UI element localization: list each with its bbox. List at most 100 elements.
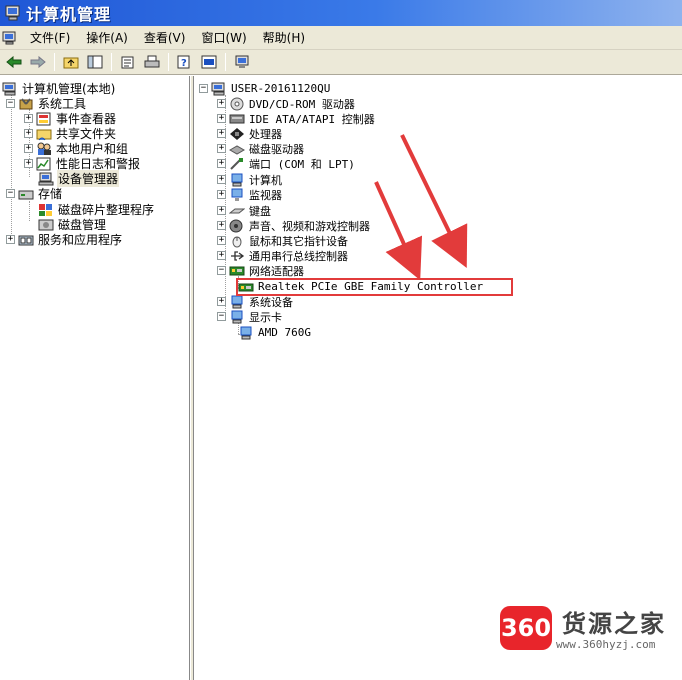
expand-toggle[interactable]: + (217, 159, 226, 168)
svg-text:?: ? (181, 58, 187, 69)
watermark-badge: 360 (500, 606, 552, 650)
tree-item-storage[interactable]: − 存储 (6, 186, 63, 201)
computer-icon (211, 82, 227, 96)
tools-icon (18, 97, 34, 111)
toolbar-separator (168, 53, 169, 71)
device-category-monitor[interactable]: + 监视器 (217, 187, 283, 202)
device-category-keyboard[interactable]: + 键盘 (217, 203, 272, 218)
title-bar: 计算机管理 (0, 0, 682, 26)
tree-item-services-apps[interactable]: + 服务和应用程序 (6, 232, 123, 247)
device-category-ports[interactable]: + 端口 (COM 和 LPT) (217, 156, 356, 171)
console-tree-icon[interactable] (199, 52, 219, 72)
defrag-icon (38, 203, 54, 217)
tree-item-defrag[interactable]: 磁盘碎片整理程序 (38, 202, 155, 217)
expand-toggle[interactable]: + (217, 144, 226, 153)
app-menu-icon[interactable] (2, 30, 18, 46)
storage-icon (18, 187, 34, 201)
event-viewer-icon (36, 112, 52, 126)
disk-management-icon (38, 218, 54, 232)
collapse-toggle[interactable]: − (6, 99, 15, 108)
keyboard-icon (228, 204, 246, 218)
menu-window[interactable]: 窗口(W) (193, 29, 254, 46)
device-category-computer[interactable]: + 计算机 (217, 172, 283, 187)
console-tree-pane[interactable]: 计算机管理(本地) − 系统工具 + 事件查看器 + 共享文件夹 + 本地用户和… (0, 76, 190, 680)
back-arrow-icon[interactable] (4, 52, 24, 72)
tree-root[interactable]: 计算机管理(本地) (2, 81, 116, 96)
device-root[interactable]: − USER-20161120QU (199, 81, 331, 96)
tree-item-system-tools[interactable]: − 系统工具 (6, 96, 87, 111)
device-category-disk[interactable]: + 磁盘驱动器 (217, 141, 305, 156)
device-category-network[interactable]: − 网络适配器 (217, 263, 305, 278)
device-category-usb[interactable]: + 通用串行总线控制器 (217, 248, 349, 263)
tree-item-disk-management[interactable]: 磁盘管理 (38, 217, 107, 232)
expand-toggle[interactable]: + (217, 221, 226, 230)
print-icon[interactable] (142, 52, 162, 72)
device-category-sound[interactable]: + 声音、视频和游戏控制器 (217, 218, 371, 233)
help-icon[interactable]: ? (175, 52, 195, 72)
tree-item-perf-logs[interactable]: + 性能日志和警报 (24, 156, 141, 171)
scan-hardware-icon[interactable] (232, 52, 252, 72)
device-manager-icon (38, 172, 54, 186)
collapse-toggle[interactable]: − (217, 312, 226, 321)
expand-toggle[interactable]: + (217, 297, 226, 306)
services-icon (18, 233, 34, 247)
watermark-url: www.360hyzj.com (556, 638, 656, 651)
dvd-drive-icon (229, 97, 245, 111)
menu-action[interactable]: 操作(A) (78, 29, 136, 46)
port-icon (229, 157, 245, 171)
ide-controller-icon (229, 112, 245, 126)
device-category-display[interactable]: − 显示卡 (217, 309, 283, 324)
expand-toggle[interactable]: + (24, 159, 33, 168)
toolbar-separator (225, 53, 226, 71)
computer-icon (229, 173, 245, 187)
usb-icon (229, 249, 245, 263)
expand-toggle[interactable]: + (217, 99, 226, 108)
device-category-mouse[interactable]: + 鼠标和其它指针设备 (217, 233, 349, 248)
gpu-icon (238, 326, 254, 340)
shared-folder-icon (36, 127, 52, 141)
toolbar: ? (0, 50, 682, 75)
speaker-icon (229, 219, 245, 233)
tree-item-event-viewer[interactable]: + 事件查看器 (24, 111, 117, 126)
device-tree-pane[interactable]: − USER-20161120QU + DVD/CD-ROM 驱动器 + IDE… (194, 76, 682, 680)
device-category-dvd[interactable]: + DVD/CD-ROM 驱动器 (217, 96, 356, 111)
device-amd-gpu[interactable]: AMD 760G (238, 325, 312, 340)
device-category-system[interactable]: + 系统设备 (217, 294, 294, 309)
expand-toggle[interactable]: + (217, 175, 226, 184)
collapse-toggle[interactable]: − (199, 84, 208, 93)
show-hide-tree-icon[interactable] (85, 52, 105, 72)
tree-line (29, 201, 30, 221)
expand-toggle[interactable]: + (217, 251, 226, 260)
highlight-box (236, 278, 513, 296)
window-title: 计算机管理 (26, 5, 112, 24)
expand-toggle[interactable]: + (217, 129, 226, 138)
menu-bar: 文件(F) 操作(A) 查看(V) 窗口(W) 帮助(H) (0, 26, 682, 50)
properties-icon[interactable] (118, 52, 138, 72)
expand-toggle[interactable]: + (24, 114, 33, 123)
menu-help[interactable]: 帮助(H) (255, 29, 313, 46)
device-category-ide[interactable]: + IDE ATA/ATAPI 控制器 (217, 111, 376, 126)
computer-management-icon (5, 5, 20, 21)
collapse-toggle[interactable]: − (6, 189, 15, 198)
tree-item-shared-folders[interactable]: + 共享文件夹 (24, 126, 117, 141)
disk-drive-icon (228, 142, 246, 156)
menu-view[interactable]: 查看(V) (136, 29, 194, 46)
expand-toggle[interactable]: + (24, 129, 33, 138)
expand-toggle[interactable]: + (6, 235, 15, 244)
toolbar-separator (111, 53, 112, 71)
mouse-icon (229, 234, 245, 248)
collapse-toggle[interactable]: − (217, 266, 226, 275)
expand-toggle[interactable]: + (217, 114, 226, 123)
forward-arrow-icon[interactable] (28, 52, 48, 72)
up-folder-icon[interactable] (61, 52, 81, 72)
menu-file[interactable]: 文件(F) (22, 29, 78, 46)
network-adapter-icon (229, 264, 245, 278)
expand-toggle[interactable]: + (217, 190, 226, 199)
tree-item-device-manager[interactable]: 设备管理器 (38, 170, 120, 187)
expand-toggle[interactable]: + (24, 144, 33, 153)
tree-item-local-users[interactable]: + 本地用户和组 (24, 141, 129, 156)
users-icon (36, 142, 52, 156)
expand-toggle[interactable]: + (217, 206, 226, 215)
expand-toggle[interactable]: + (217, 236, 226, 245)
device-category-cpu[interactable]: + 处理器 (217, 126, 283, 141)
